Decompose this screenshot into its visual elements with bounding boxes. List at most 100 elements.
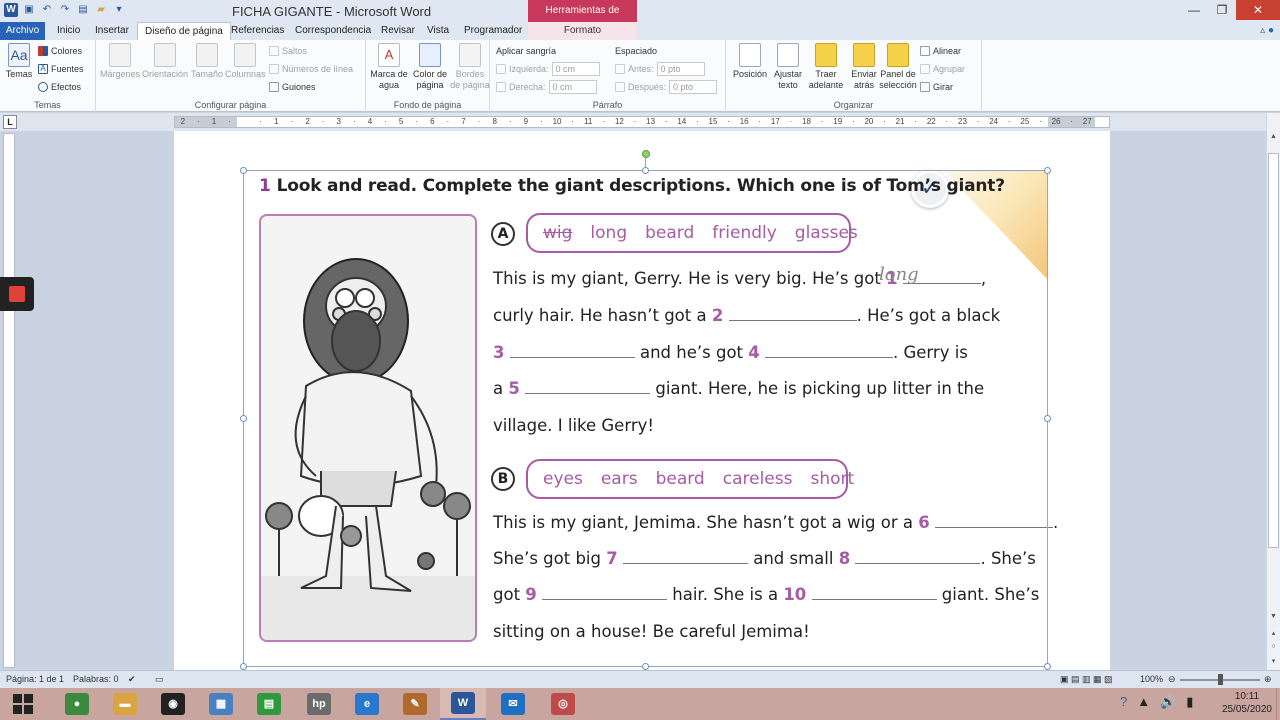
tab-programador[interactable]: Programador bbox=[457, 22, 529, 40]
ruler-tick: 10 bbox=[552, 117, 562, 126]
taskbar-app-app[interactable]: ◎ bbox=[540, 688, 586, 720]
undo-icon[interactable]: ↶ bbox=[40, 3, 54, 17]
zoom-slider-thumb[interactable] bbox=[1218, 674, 1223, 685]
resize-handle-se[interactable] bbox=[1044, 663, 1051, 670]
vertical-scrollbar[interactable]: ▲ ▼ ▴ ○ ▾ bbox=[1266, 113, 1280, 670]
taskbar-app-store[interactable]: ▤ bbox=[246, 688, 292, 720]
tab-archivo[interactable]: Archivo bbox=[0, 22, 45, 40]
taskbar-app-hp[interactable]: hp bbox=[296, 688, 342, 720]
record-button[interactable] bbox=[0, 277, 34, 311]
taskbar-app-internet-explorer[interactable]: e bbox=[344, 688, 390, 720]
taskbar-app-control-panel[interactable]: ▦ bbox=[198, 688, 244, 720]
align-icon bbox=[920, 46, 930, 56]
margenes-button[interactable]: Márgenes bbox=[100, 43, 140, 80]
resize-handle-nw[interactable] bbox=[240, 167, 247, 174]
efectos-button[interactable]: Efectos bbox=[38, 82, 81, 92]
guiones-button[interactable]: Guiones bbox=[269, 82, 316, 92]
tab-inicio[interactable]: Inicio bbox=[50, 22, 87, 40]
taskbar-app-chrome[interactable]: ● bbox=[54, 688, 100, 720]
tab-referencias[interactable]: Referencias bbox=[224, 22, 291, 40]
indent-right-input[interactable]: 0 cm bbox=[548, 80, 597, 94]
resize-handle-ne[interactable] bbox=[1044, 167, 1051, 174]
prev-page-icon[interactable]: ▴ bbox=[1268, 629, 1279, 641]
panel-seleccion-button[interactable]: Panel de selección bbox=[878, 43, 918, 91]
tab-diseno-pagina[interactable]: Diseño de página bbox=[137, 22, 231, 40]
girar-button[interactable]: Girar bbox=[920, 82, 953, 92]
scrollbar-thumb[interactable] bbox=[1268, 153, 1279, 548]
colores-button[interactable]: Colores bbox=[38, 46, 82, 56]
minimize-button[interactable]: — bbox=[1180, 0, 1208, 20]
taskbar-app-explorer[interactable]: ▬ bbox=[102, 688, 148, 720]
bordes-pagina-button[interactable]: Bordes de página bbox=[450, 43, 490, 91]
minimize-ribbon-icon[interactable]: ▵ bbox=[1260, 25, 1265, 36]
resize-handle-e[interactable] bbox=[1044, 415, 1051, 422]
macro-record-icon[interactable]: ▭ bbox=[155, 674, 164, 685]
scroll-down-icon[interactable]: ▼ bbox=[1268, 613, 1279, 625]
tab-vista[interactable]: Vista bbox=[420, 22, 456, 40]
zoom-in-icon[interactable]: ⊕ bbox=[1264, 674, 1272, 685]
word-app-icon[interactable]: W bbox=[4, 3, 18, 17]
customize-toolbar-icon[interactable]: ▾ bbox=[112, 3, 126, 17]
spacing-after-input[interactable]: 0 pto bbox=[669, 80, 718, 94]
indent-left-input[interactable]: 0 cm bbox=[551, 62, 600, 76]
view-buttons[interactable]: ▣ ▤ ▥ ▦ ▧ bbox=[1060, 674, 1113, 685]
columnas-button[interactable]: Columnas bbox=[225, 43, 266, 80]
page-count[interactable]: Página: 1 de 1 bbox=[6, 674, 64, 684]
temas-button[interactable]: Aa Temas bbox=[4, 43, 34, 80]
ajustar-texto-button[interactable]: Ajustar texto bbox=[770, 43, 806, 91]
tab-formato[interactable]: Formato bbox=[528, 22, 637, 40]
open-folder-icon[interactable]: ▰ bbox=[94, 3, 108, 17]
tab-correspondencia[interactable]: Correspondencia bbox=[288, 22, 378, 40]
taskbar-app-paint[interactable]: ✎ bbox=[392, 688, 438, 720]
tab-revisar[interactable]: Revisar bbox=[374, 22, 422, 40]
saltos-button[interactable]: Saltos bbox=[269, 46, 307, 56]
close-button[interactable]: ✕ bbox=[1236, 0, 1280, 20]
numeros-linea-button[interactable]: Números de línea bbox=[269, 64, 353, 74]
fuentes-button[interactable]: A Fuentes bbox=[38, 64, 84, 74]
help-tray-icon[interactable]: ? bbox=[1120, 694, 1127, 710]
resize-handle-sw[interactable] bbox=[240, 663, 247, 670]
marca-agua-button[interactable]: A Marca de agua bbox=[368, 43, 410, 91]
horizontal-ruler[interactable]: 2 · 1 · · 1 · 2 · 3 · 4 · 5 · 6 · 7 · 8 · 9 · 10 · 11 · 12 · 13 · 14 · 15… bbox=[174, 116, 1110, 128]
orientacion-button[interactable]: Orientación bbox=[142, 43, 188, 80]
tab-insertar[interactable]: Insertar bbox=[88, 22, 136, 40]
maximize-button[interactable]: ❐ bbox=[1208, 0, 1236, 20]
word-count[interactable]: Palabras: 0 bbox=[73, 674, 119, 684]
taskbar-app-word[interactable]: W bbox=[440, 688, 486, 720]
clock[interactable]: 10:11 25/05/2020 bbox=[1222, 690, 1272, 716]
spacing-before-input[interactable]: 0 pto bbox=[656, 62, 705, 76]
resize-handle-s[interactable] bbox=[642, 663, 649, 670]
resize-handle-w[interactable] bbox=[240, 415, 247, 422]
vertical-ruler[interactable] bbox=[3, 133, 15, 668]
color-pagina-button[interactable]: Color de página bbox=[410, 43, 450, 91]
start-button[interactable] bbox=[0, 688, 46, 720]
volume-icon[interactable]: 🔊 bbox=[1160, 694, 1176, 710]
tamano-button[interactable]: Tamaño bbox=[190, 43, 224, 80]
proofing-icon[interactable]: ✔ bbox=[128, 674, 136, 685]
taskbar-app-camera[interactable]: ◉ bbox=[150, 688, 196, 720]
alinear-button[interactable]: Alinear bbox=[920, 46, 961, 56]
redo-icon[interactable]: ↷ bbox=[58, 3, 72, 17]
traer-adelante-button[interactable]: Traer adelante bbox=[806, 43, 846, 91]
browse-object-icon[interactable]: ○ bbox=[1268, 643, 1279, 655]
wordbox-b-word-5: short bbox=[810, 469, 855, 489]
zoom-out-icon[interactable]: ⊖ bbox=[1168, 674, 1176, 685]
next-page-icon[interactable]: ▾ bbox=[1268, 657, 1279, 669]
rotation-handle[interactable] bbox=[642, 150, 650, 158]
show-hidden-icon[interactable]: ▲ bbox=[1137, 694, 1150, 710]
help-icon[interactable]: ● bbox=[1268, 25, 1274, 36]
tab-selector[interactable]: L bbox=[3, 115, 17, 129]
print-preview-icon[interactable]: ▤ bbox=[76, 3, 90, 17]
worksheet-image[interactable]: ✓ 1 Look and read. Complete the giant des… bbox=[243, 170, 1058, 668]
resize-handle-n[interactable] bbox=[642, 167, 649, 174]
enviar-atras-button[interactable]: Enviar atrás bbox=[846, 43, 882, 91]
show-desktop-button[interactable] bbox=[1276, 688, 1280, 720]
save-icon[interactable]: ▣ bbox=[22, 3, 36, 17]
explorer-icon: ▬ bbox=[113, 693, 137, 715]
agrupar-button[interactable]: Agrupar bbox=[920, 64, 965, 74]
taskbar-app-mail[interactable]: ✉ bbox=[490, 688, 536, 720]
scroll-up-icon[interactable]: ▲ bbox=[1268, 133, 1279, 145]
zoom-level[interactable]: 100% bbox=[1140, 674, 1163, 684]
network-icon[interactable]: ▮ bbox=[1186, 694, 1193, 710]
posicion-button[interactable]: Posición bbox=[730, 43, 770, 80]
